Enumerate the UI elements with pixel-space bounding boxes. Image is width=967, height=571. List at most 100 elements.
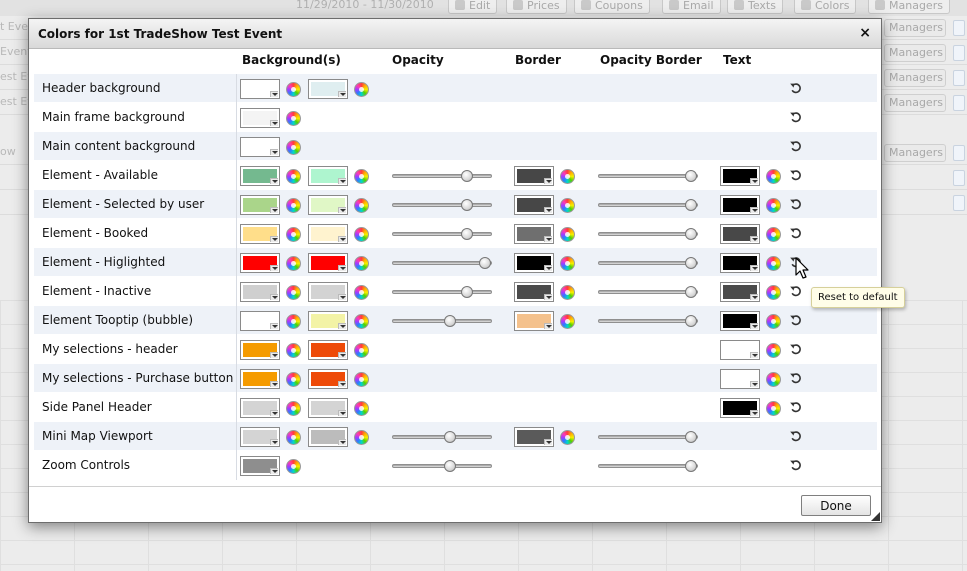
color-wheel-icon[interactable] <box>354 82 369 97</box>
background-color-picker-secondary[interactable] <box>308 340 348 360</box>
color-wheel-icon[interactable] <box>766 198 781 213</box>
slider-thumb[interactable] <box>461 170 473 182</box>
reset-icon[interactable] <box>789 197 803 211</box>
border-color-picker[interactable] <box>514 311 554 331</box>
background-edit-button[interactable]: Edit <box>448 0 498 14</box>
text-color-picker[interactable] <box>720 253 760 273</box>
slider-thumb[interactable] <box>685 431 697 443</box>
slider-thumb[interactable] <box>685 257 697 269</box>
background-color-picker[interactable] <box>240 195 280 215</box>
slider-thumb[interactable] <box>444 431 456 443</box>
color-wheel-icon[interactable] <box>766 256 781 271</box>
background-color-picker[interactable] <box>240 427 280 447</box>
border-color-picker[interactable] <box>514 166 554 186</box>
color-wheel-icon[interactable] <box>286 82 301 97</box>
document-icon[interactable] <box>953 170 965 186</box>
color-wheel-icon[interactable] <box>560 256 575 271</box>
background-coupons-button[interactable]: Coupons <box>574 0 650 14</box>
background-colors-button[interactable]: Colors <box>794 0 857 14</box>
color-wheel-icon[interactable] <box>286 430 301 445</box>
background-color-picker[interactable] <box>240 311 280 331</box>
background-color-picker[interactable] <box>240 456 280 476</box>
color-wheel-icon[interactable] <box>766 314 781 329</box>
slider-thumb[interactable] <box>461 228 473 240</box>
color-wheel-icon[interactable] <box>560 285 575 300</box>
background-color-picker-secondary[interactable] <box>308 369 348 389</box>
background-color-picker[interactable] <box>240 369 280 389</box>
color-wheel-icon[interactable] <box>354 198 369 213</box>
background-color-picker[interactable] <box>240 224 280 244</box>
background-color-picker-secondary[interactable] <box>308 224 348 244</box>
color-wheel-icon[interactable] <box>286 169 301 184</box>
slider-thumb[interactable] <box>685 315 697 327</box>
background-color-picker[interactable] <box>240 398 280 418</box>
slider-thumb[interactable] <box>685 170 697 182</box>
opacity-border-slider[interactable] <box>598 170 698 182</box>
reset-icon[interactable] <box>789 81 803 95</box>
color-wheel-icon[interactable] <box>286 314 301 329</box>
opacity-border-slider[interactable] <box>598 431 698 443</box>
color-wheel-icon[interactable] <box>560 198 575 213</box>
opacity-border-slider[interactable] <box>598 228 698 240</box>
background-texts-button[interactable]: Texts <box>727 0 783 14</box>
reset-icon[interactable] <box>789 139 803 153</box>
color-wheel-icon[interactable] <box>286 285 301 300</box>
color-wheel-icon[interactable] <box>286 401 301 416</box>
color-wheel-icon[interactable] <box>354 285 369 300</box>
color-wheel-icon[interactable] <box>766 372 781 387</box>
opacity-border-slider[interactable] <box>598 199 698 211</box>
color-wheel-icon[interactable] <box>286 343 301 358</box>
opacity-slider[interactable] <box>392 286 492 298</box>
reset-icon[interactable] <box>789 226 803 240</box>
background-color-picker[interactable] <box>240 79 280 99</box>
background-color-picker-secondary[interactable] <box>308 166 348 186</box>
color-wheel-icon[interactable] <box>766 343 781 358</box>
color-wheel-icon[interactable] <box>354 372 369 387</box>
color-wheel-icon[interactable] <box>286 198 301 213</box>
slider-thumb[interactable] <box>685 199 697 211</box>
color-wheel-icon[interactable] <box>286 227 301 242</box>
background-color-picker[interactable] <box>240 253 280 273</box>
background-color-picker[interactable] <box>240 340 280 360</box>
color-wheel-icon[interactable] <box>354 343 369 358</box>
background-color-picker-secondary[interactable] <box>308 253 348 273</box>
dialog-titlebar[interactable]: Colors for 1st TradeShow Test Event × <box>29 19 881 49</box>
background-color-picker[interactable] <box>240 282 280 302</box>
opacity-slider[interactable] <box>392 431 492 443</box>
text-color-picker[interactable] <box>720 340 760 360</box>
reset-icon[interactable] <box>789 110 803 124</box>
color-wheel-icon[interactable] <box>354 169 369 184</box>
opacity-slider[interactable] <box>392 170 492 182</box>
color-wheel-icon[interactable] <box>286 459 301 474</box>
slider-thumb[interactable] <box>685 460 697 472</box>
border-color-picker[interactable] <box>514 427 554 447</box>
opacity-border-slider[interactable] <box>598 257 698 269</box>
slider-thumb[interactable] <box>461 286 473 298</box>
text-color-picker[interactable] <box>720 311 760 331</box>
color-wheel-icon[interactable] <box>354 401 369 416</box>
document-icon[interactable] <box>953 70 965 86</box>
opacity-slider[interactable] <box>392 257 492 269</box>
text-color-picker[interactable] <box>720 224 760 244</box>
text-color-picker[interactable] <box>720 282 760 302</box>
background-managers-button[interactable]: Managers <box>868 0 950 14</box>
reset-icon[interactable] <box>789 400 803 414</box>
document-icon[interactable] <box>953 195 965 211</box>
background-color-picker-secondary[interactable] <box>308 282 348 302</box>
background-email-button[interactable]: Email <box>662 0 721 14</box>
slider-thumb[interactable] <box>685 228 697 240</box>
background-color-picker-secondary[interactable] <box>308 311 348 331</box>
color-wheel-icon[interactable] <box>354 314 369 329</box>
slider-thumb[interactable] <box>461 199 473 211</box>
done-button[interactable]: Done <box>801 495 871 516</box>
background-color-picker[interactable] <box>240 166 280 186</box>
document-icon[interactable] <box>953 20 965 36</box>
slider-thumb[interactable] <box>444 315 456 327</box>
color-wheel-icon[interactable] <box>766 285 781 300</box>
background-color-picker-secondary[interactable] <box>308 79 348 99</box>
color-wheel-icon[interactable] <box>286 140 301 155</box>
reset-icon[interactable] <box>789 313 803 327</box>
color-wheel-icon[interactable] <box>286 256 301 271</box>
close-icon[interactable]: × <box>859 25 871 41</box>
background-color-picker-secondary[interactable] <box>308 195 348 215</box>
